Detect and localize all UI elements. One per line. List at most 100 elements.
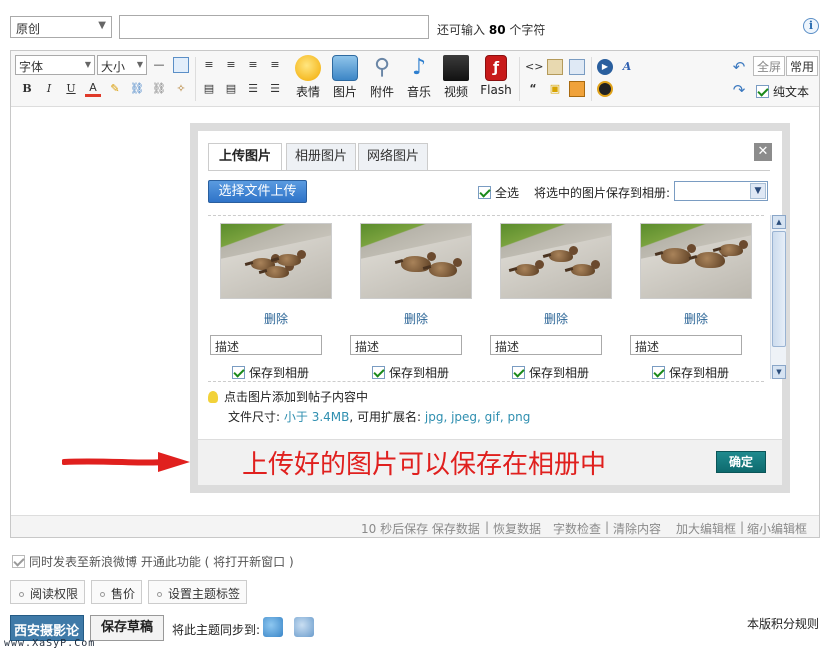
- scrollbar-thumb[interactable]: [772, 231, 786, 347]
- select-all-toggle[interactable]: 全选: [478, 184, 519, 201]
- editor-status-bar: 10 秒后保存 保存数据 | 恢复数据 字数检查 | 清除内容 加大编辑框 | …: [11, 515, 819, 537]
- save-to-album-toggle[interactable]: 保存到相册: [652, 364, 729, 381]
- weibo-sync-checkbox[interactable]: [12, 555, 25, 568]
- lock-icon[interactable]: ▣: [547, 81, 563, 97]
- font-family-select[interactable]: 字体 ▼: [15, 55, 95, 75]
- unordered-list-icon[interactable]: ☰: [267, 81, 283, 97]
- enlarge-editor-link[interactable]: 加大编辑框: [676, 520, 736, 537]
- italic-button[interactable]: I: [41, 81, 57, 97]
- post-type-select[interactable]: 原创 ▼: [10, 16, 112, 38]
- save-to-album-toggle[interactable]: 保存到相册: [512, 364, 589, 381]
- description-input[interactable]: 描述: [630, 335, 742, 355]
- description-input[interactable]: 描述: [210, 335, 322, 355]
- quote-icon[interactable]: “: [525, 81, 541, 97]
- sparrow-photo-thumbnail[interactable]: [640, 223, 752, 299]
- bold-button[interactable]: B: [19, 81, 35, 97]
- image-tool[interactable]: 图片: [328, 55, 362, 100]
- info-icon[interactable]: i: [803, 18, 819, 34]
- page-break-icon[interactable]: [547, 59, 563, 75]
- font-style-icon[interactable]: A: [619, 59, 635, 75]
- music-tool[interactable]: ♪ 音乐: [402, 55, 436, 100]
- box-icon[interactable]: [569, 81, 585, 97]
- save-album-checkbox[interactable]: [232, 366, 245, 379]
- float-left-icon[interactable]: ▤: [201, 81, 217, 97]
- delete-link[interactable]: 删除: [360, 310, 472, 327]
- qq-icon[interactable]: [597, 81, 613, 97]
- unlink-icon[interactable]: ⛓: [151, 81, 167, 97]
- flash-tool[interactable]: ƒ Flash: [476, 55, 516, 97]
- title-input[interactable]: [119, 15, 429, 39]
- attachment-tool[interactable]: ⚲ 附件: [365, 55, 399, 100]
- scroll-up-icon[interactable]: ▲: [772, 215, 786, 229]
- video-tool[interactable]: 视频: [439, 55, 473, 100]
- save-to-album-toggle[interactable]: 保存到相册: [372, 364, 449, 381]
- save-album-checkbox[interactable]: [512, 366, 525, 379]
- save-draft-button[interactable]: 保存草稿: [90, 615, 164, 641]
- align-left-icon[interactable]: ≡: [201, 57, 217, 73]
- link-icon[interactable]: ⛓: [129, 81, 145, 97]
- font-color-button[interactable]: A: [85, 81, 101, 97]
- document-icon[interactable]: [569, 59, 585, 75]
- credit-rules-link[interactable]: 本版积分规则: [747, 615, 819, 632]
- underline-button[interactable]: U: [63, 81, 79, 97]
- insert-tip: 点击图片添加到帖子内容中: [208, 388, 368, 405]
- tab-album-image[interactable]: 相册图片: [286, 143, 356, 171]
- align-right-icon[interactable]: ≡: [245, 57, 261, 73]
- read-permission-button[interactable]: 阅读权限: [10, 580, 86, 604]
- sparrow-photo-thumbnail[interactable]: [220, 223, 332, 299]
- pavement-shape: [641, 231, 751, 298]
- highlight-icon[interactable]: ✎: [107, 81, 123, 97]
- redo-icon[interactable]: ↷: [731, 82, 747, 98]
- red-arrow-annotation: [62, 452, 190, 472]
- topic-tags-button[interactable]: 设置主题标签: [148, 580, 248, 604]
- sync-service-icon[interactable]: [263, 617, 283, 637]
- extension-label: , 可用扩展名:: [349, 410, 422, 424]
- sparrow-photo-thumbnail[interactable]: [360, 223, 472, 299]
- delete-link[interactable]: 删除: [640, 310, 752, 327]
- common-mode-button[interactable]: 常用: [786, 56, 819, 76]
- price-button[interactable]: 售价: [91, 580, 143, 604]
- sparrow-shape: [401, 252, 436, 272]
- ordered-list-icon[interactable]: ☰: [245, 81, 261, 97]
- restore-data-link[interactable]: 恢复数据: [493, 520, 541, 537]
- undo-icon[interactable]: ↶: [731, 59, 747, 75]
- align-justify-icon[interactable]: ≡: [267, 57, 283, 73]
- tab-upload-image[interactable]: 上传图片: [208, 143, 282, 171]
- font-size-select[interactable]: 大小 ▼: [97, 55, 147, 75]
- ok-button[interactable]: 确定: [716, 451, 766, 473]
- plain-text-toggle[interactable]: 纯文本: [756, 83, 809, 100]
- weibo-sync-toggle[interactable]: 同时发表至新浪微博 开通此功能 ( 将打开新窗口 ): [12, 553, 294, 570]
- scroll-down-icon[interactable]: ▼: [772, 365, 786, 379]
- delete-link[interactable]: 删除: [500, 310, 612, 327]
- horizontal-rule-icon[interactable]: —: [151, 57, 167, 73]
- word-check-link[interactable]: 字数检查: [553, 520, 601, 537]
- media-play-icon[interactable]: ▶: [597, 59, 613, 75]
- shrink-editor-link[interactable]: 缩小编辑框: [747, 520, 807, 537]
- description-input[interactable]: 描述: [350, 335, 462, 355]
- table-icon[interactable]: [173, 57, 189, 73]
- delete-link[interactable]: 删除: [220, 310, 332, 327]
- emoji-tool[interactable]: 表情: [291, 55, 325, 100]
- clear-content-link[interactable]: 清除内容: [613, 520, 661, 537]
- save-to-album-toggle[interactable]: 保存到相册: [232, 364, 309, 381]
- plain-text-checkbox[interactable]: [756, 85, 769, 98]
- select-all-checkbox[interactable]: [478, 186, 491, 199]
- float-right-icon[interactable]: ▤: [223, 81, 239, 97]
- clear-format-icon[interactable]: ✧: [173, 81, 189, 97]
- description-input[interactable]: 描述: [490, 335, 602, 355]
- toolbar-divider: [519, 57, 520, 101]
- align-center-icon[interactable]: ≡: [223, 57, 239, 73]
- sync-service-icon[interactable]: [294, 617, 314, 637]
- photo-list-scrollbar[interactable]: ▲ ▼: [770, 215, 786, 379]
- autosave-status[interactable]: 10 秒后保存 保存数据: [361, 520, 480, 537]
- dialog-footer: 上传好的图片可以保存在相册中 确定: [198, 439, 782, 485]
- save-album-checkbox[interactable]: [372, 366, 385, 379]
- code-icon[interactable]: <>: [525, 59, 543, 75]
- tab-web-image[interactable]: 网络图片: [358, 143, 428, 171]
- fullscreen-button[interactable]: 全屏: [753, 56, 786, 76]
- save-album-checkbox[interactable]: [652, 366, 665, 379]
- choose-file-button[interactable]: 选择文件上传: [208, 180, 307, 203]
- close-icon[interactable]: ✕: [754, 143, 772, 161]
- album-select[interactable]: ▼: [674, 181, 768, 201]
- sparrow-photo-thumbnail[interactable]: [500, 223, 612, 299]
